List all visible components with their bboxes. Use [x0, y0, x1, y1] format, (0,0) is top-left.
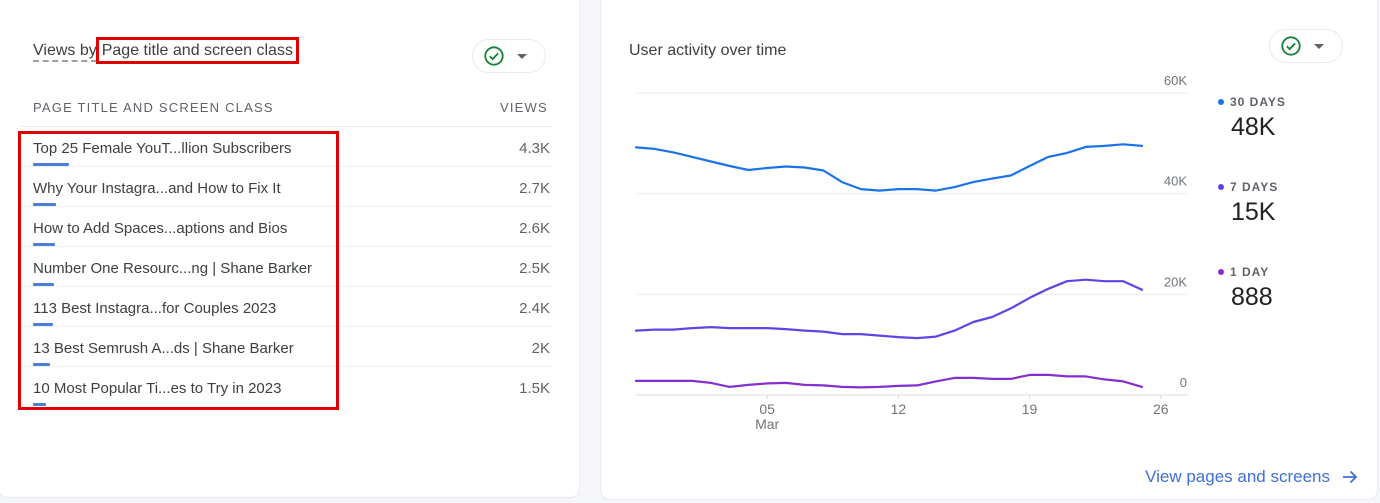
table-row[interactable]: 13 Best Semrush A...ds | Shane Barker 2K [20, 327, 552, 367]
series-line-7-days [634, 278, 1144, 340]
y-tick-label: 0 [1180, 375, 1187, 390]
column-header-views[interactable]: VIEWS [500, 100, 548, 115]
page-title-cell: Why Your Instagra...and How to Fix It [33, 180, 281, 197]
column-header-dimension[interactable]: PAGE TITLE AND SCREEN CLASS [33, 100, 274, 115]
legend-30-days[interactable]: 30 DAYS 48K [1218, 95, 1286, 142]
views-bar [33, 163, 69, 166]
views-bar [33, 363, 50, 366]
views-cell: 2.6K [519, 220, 550, 237]
views-bar [33, 403, 46, 406]
views-cell: 2.5K [519, 260, 550, 277]
views-cell: 2K [531, 340, 550, 357]
table-row[interactable]: How to Add Spaces...aptions and Bios 2.6K [20, 207, 552, 247]
metric-label[interactable]: Views by [33, 42, 97, 62]
y-tick-label: 20K [1164, 274, 1187, 289]
x-tick-label: 12 [891, 401, 907, 417]
table-row[interactable]: Why Your Instagra...and How to Fix It 2.7… [20, 167, 552, 207]
table-row[interactable]: Number One Resourc...ng | Shane Barker 2.… [20, 247, 552, 287]
check-circle-icon [1281, 36, 1301, 56]
views-cell: 2.4K [519, 300, 550, 317]
table-body: Top 25 Female YouT...llion Subscribers 4.… [20, 127, 552, 407]
y-tick-label: 60K [1164, 73, 1187, 88]
x-tick-label: 26 [1153, 401, 1169, 417]
views-cell: 2.7K [519, 180, 550, 197]
legend-dot [1218, 269, 1224, 275]
y-tick-label: 40K [1164, 174, 1187, 189]
legend-dot [1218, 99, 1224, 105]
views-bar [33, 203, 56, 206]
table-row[interactable]: 10 Most Popular Ti...es to Try in 2023 1.… [20, 367, 552, 407]
x-month-label: Mar [755, 416, 779, 432]
caret-down-icon [1314, 43, 1324, 49]
view-pages-and-screens-link[interactable]: View pages and screens [1145, 467, 1358, 487]
page-title-cell: How to Add Spaces...aptions and Bios [33, 220, 288, 237]
legend-1-day[interactable]: 1 DAY 888 [1218, 265, 1273, 312]
series-line-30-days [634, 143, 1144, 192]
caret-down-icon [517, 53, 527, 59]
x-tick-label: 19 [1022, 401, 1038, 417]
series-line-1-day [634, 373, 1144, 389]
page-title-cell: Top 25 Female YouT...llion Subscribers [33, 140, 292, 157]
table-row[interactable]: 113 Best Instagra...for Couples 2023 2.4K [20, 287, 552, 327]
link-label: View pages and screens [1145, 467, 1330, 486]
views-bar [33, 323, 54, 326]
views-cell: 4.3K [519, 140, 550, 157]
legend-value: 888 [1231, 283, 1273, 311]
legend-7-days[interactable]: 7 DAYS 15K [1218, 180, 1278, 227]
card-title: Views by Page title and screen class [33, 37, 299, 64]
legend-label: 1 DAY [1230, 265, 1270, 279]
views-cell: 1.5K [519, 380, 550, 397]
insight-status-dropdown[interactable] [472, 39, 546, 73]
page-title-cell: Number One Resourc...ng | Shane Barker [33, 260, 313, 277]
x-tick-label: 05 [759, 401, 775, 417]
arrow-right-icon [1343, 470, 1358, 484]
legend-value: 15K [1231, 198, 1276, 226]
page-title-cell: 13 Best Semrush A...ds | Shane Barker [33, 340, 294, 357]
page-title-cell: 113 Best Instagra...for Couples 2023 [33, 300, 277, 317]
dimension-label[interactable]: Page title and screen class [95, 37, 299, 64]
user-activity-line-chart: 0 20K 40K 60K 05Mar 12 19 26 [634, 73, 1188, 432]
legend-label: 7 DAYS [1230, 180, 1279, 194]
views-bar [33, 243, 55, 246]
check-circle-icon [484, 46, 504, 66]
insight-status-dropdown[interactable] [1269, 29, 1343, 63]
legend-dot [1218, 184, 1224, 190]
legend-value: 48K [1231, 113, 1276, 141]
page-title-cell: 10 Most Popular Ti...es to Try in 2023 [33, 380, 282, 397]
table-row[interactable]: Top 25 Female YouT...llion Subscribers 4.… [20, 127, 552, 167]
views-bar [33, 283, 54, 286]
legend-label: 30 DAYS [1230, 95, 1286, 109]
